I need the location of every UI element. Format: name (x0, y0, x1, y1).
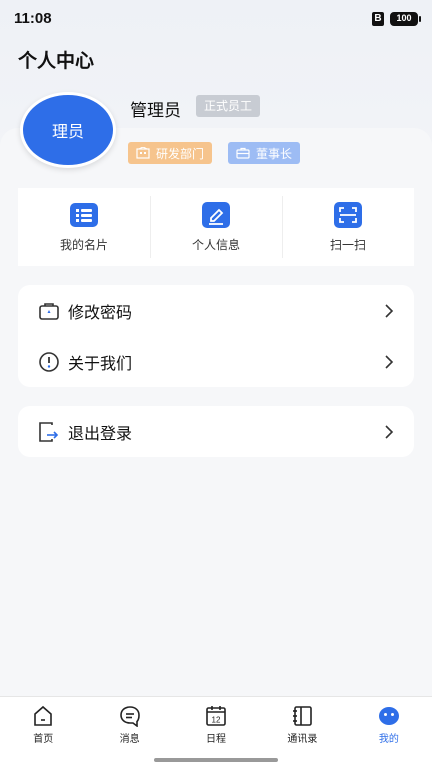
user-name: 管理员 (130, 101, 181, 121)
position-chip: 董事长 (228, 142, 301, 164)
department-label: 研发部门 (156, 146, 205, 161)
chevron-right-icon (385, 424, 394, 439)
lock-icon (39, 302, 59, 320)
calendar-icon: 12 (206, 706, 226, 726)
home-indicator[interactable] (154, 758, 278, 762)
scan-label: 扫一扫 (329, 237, 366, 252)
sim-icon: B (372, 12, 384, 26)
page-title: 个人中心 (18, 50, 95, 72)
logout-icon (39, 421, 59, 442)
avatar[interactable]: 理员 (20, 92, 116, 168)
nav-profile[interactable]: 我的 (346, 697, 432, 768)
building-icon (136, 147, 150, 159)
status-time: 11:08 (14, 10, 52, 27)
scan-icon (334, 201, 362, 228)
contacts-icon (293, 706, 313, 726)
position-label: 董事长 (256, 146, 293, 161)
calendar-day: 12 (212, 716, 221, 725)
nav-contacts-label: 通讯录 (287, 734, 318, 745)
logout-row[interactable]: 退出登录 (18, 406, 414, 457)
personal-info-label: 个人信息 (191, 237, 240, 252)
my-card-button[interactable]: 我的名片 (18, 188, 150, 266)
chevron-right-icon (385, 303, 394, 318)
message-icon (119, 706, 140, 727)
home-icon (34, 705, 53, 726)
department-chip: 研发部门 (128, 142, 213, 164)
logout-label: 退出登录 (68, 423, 133, 443)
edit-icon (202, 201, 230, 228)
chevron-right-icon (385, 354, 394, 369)
info-icon (39, 351, 59, 372)
about-us-row[interactable]: 关于我们 (18, 336, 414, 387)
nav-schedule-label: 日程 (206, 734, 227, 745)
personal-info-button[interactable]: 个人信息 (150, 188, 282, 266)
logout-card: 退出登录 (18, 406, 414, 457)
nav-home[interactable]: 首页 (0, 697, 86, 768)
about-us-label: 关于我们 (68, 353, 133, 373)
id-card-icon (70, 202, 98, 227)
nav-home-label: 首页 (33, 734, 54, 745)
scan-button[interactable]: 扫一扫 (282, 188, 414, 266)
employment-tag: 正式员工 (196, 95, 261, 117)
my-card-label: 我的名片 (59, 237, 108, 252)
quick-actions-card: 我的名片 个人信息 扫一扫 (18, 188, 414, 266)
briefcase-icon (236, 147, 250, 159)
status-icons: B 100 (372, 12, 421, 26)
profile-icon (378, 707, 399, 725)
change-password-row[interactable]: 修改密码 (18, 285, 414, 336)
nav-profile-label: 我的 (378, 734, 399, 745)
settings-menu-card: 修改密码 关于我们 (18, 285, 414, 387)
battery-icon: 100 (390, 12, 421, 26)
nav-messages-label: 消息 (119, 734, 140, 745)
change-password-label: 修改密码 (68, 302, 133, 322)
status-bar: 11:08 B 100 (0, 0, 432, 40)
